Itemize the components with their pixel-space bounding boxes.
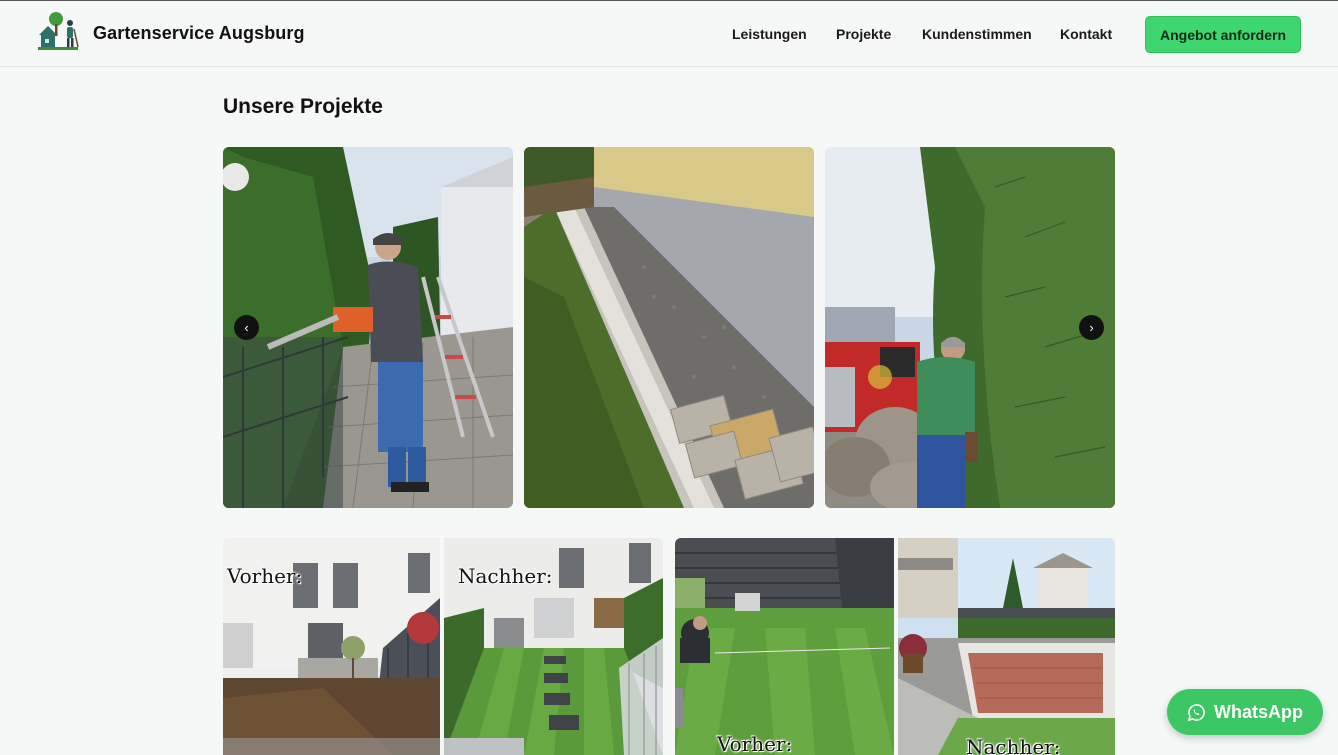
- nav-leistungen[interactable]: Leistungen: [732, 26, 807, 42]
- carousel-prev-button[interactable]: ‹: [234, 315, 259, 340]
- after-photo-1: Nachher:: [444, 538, 663, 755]
- nav-kontakt[interactable]: Kontakt: [1060, 26, 1112, 42]
- nav-kundenstimmen[interactable]: Kundenstimmen: [922, 26, 1032, 42]
- before-photo-1: Vorher:: [223, 538, 440, 755]
- project-photo-hedge-trimming: [223, 147, 513, 508]
- whatsapp-button[interactable]: WhatsApp: [1167, 689, 1323, 735]
- after-caption-2: Nachher:: [966, 735, 1061, 755]
- project-photo-gravel-path: [524, 147, 814, 508]
- before-photo-2: Vorher:: [675, 538, 894, 755]
- chevron-left-icon: ‹: [244, 320, 249, 335]
- before-caption-2: Vorher:: [717, 732, 793, 755]
- whatsapp-icon: [1187, 703, 1205, 721]
- nav-projekte[interactable]: Projekte: [836, 26, 891, 42]
- request-quote-button[interactable]: Angebot anfordern: [1145, 16, 1301, 53]
- projects-title: Unsere Projekte: [223, 95, 383, 118]
- before-caption-1: Vorher:: [227, 564, 303, 588]
- site-header: Gartenservice Augsburg Leistungen Projek…: [0, 0, 1338, 67]
- chevron-right-icon: ›: [1089, 320, 1094, 335]
- gardener-house-logo[interactable]: [36, 11, 80, 51]
- after-caption-1: Nachher:: [458, 564, 553, 588]
- project-photo-hedge-worker: ›: [825, 147, 1115, 508]
- whatsapp-label: WhatsApp: [1214, 701, 1303, 722]
- carousel-next-button[interactable]: ›: [1079, 315, 1104, 340]
- after-photo-2: Nachher:: [898, 538, 1115, 755]
- brand-name[interactable]: Gartenservice Augsburg: [93, 23, 305, 44]
